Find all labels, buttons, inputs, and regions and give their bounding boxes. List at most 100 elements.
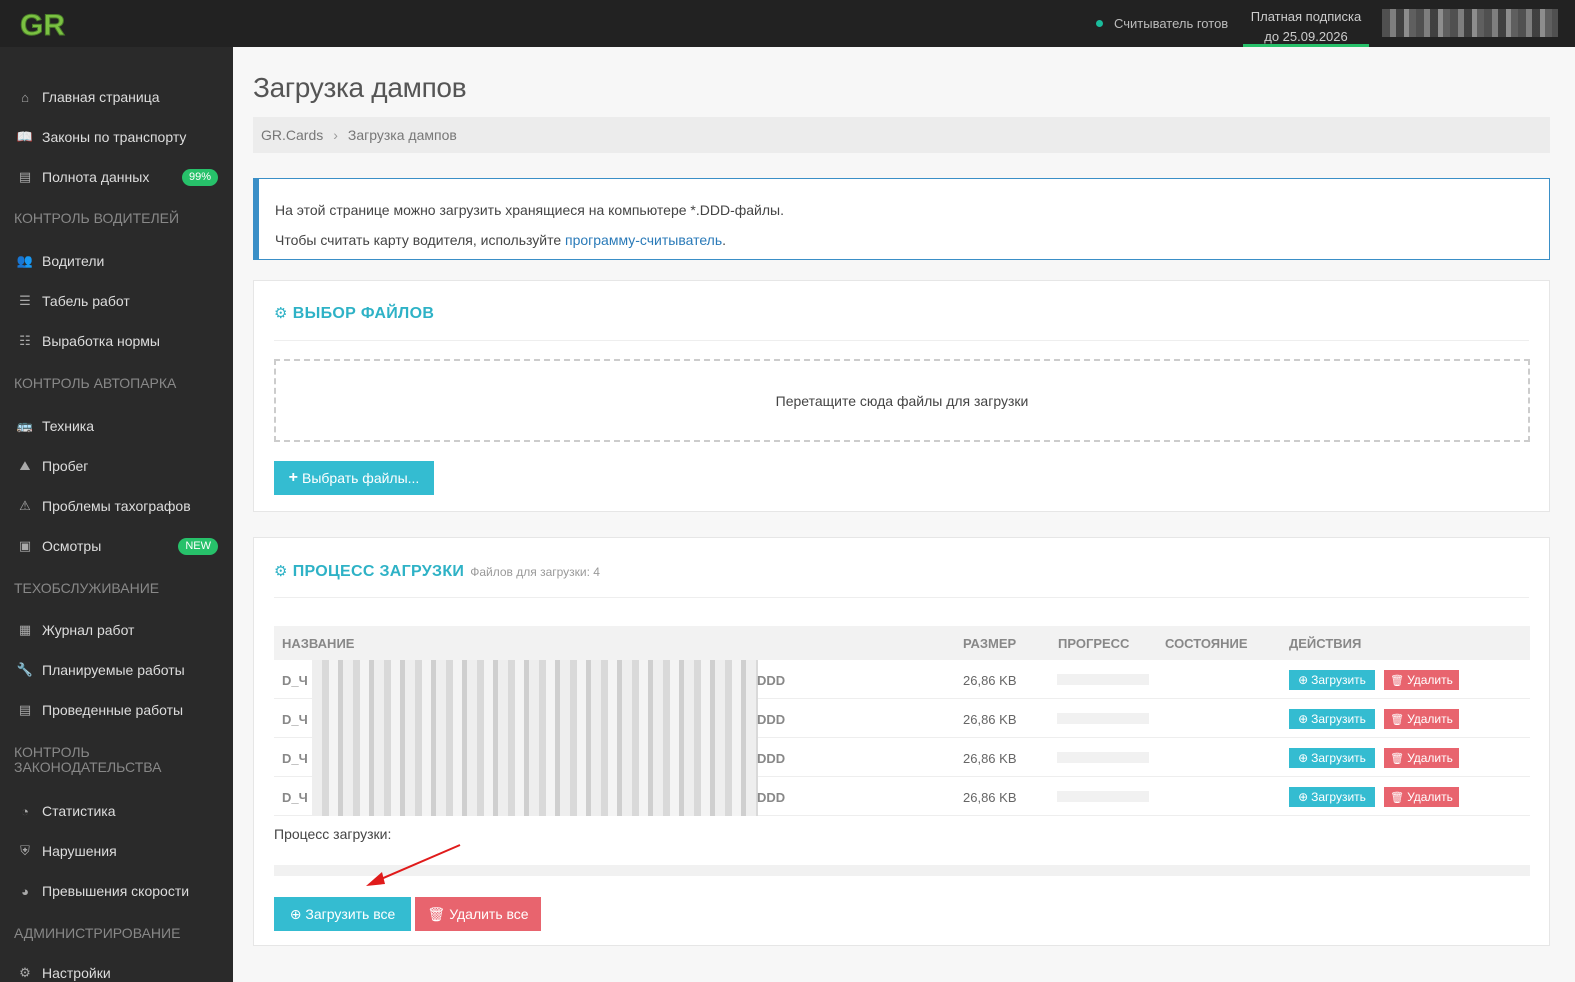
road-icon: ⛰ — [19, 458, 31, 473]
upload-title: ⚙ ПРОЦЕСС ЗАГРУЗКИ Файлов для загрузки: … — [274, 562, 600, 581]
delete-all-button[interactable]: 🗑 Удалить все — [415, 897, 541, 931]
upload-all-button[interactable]: ⊕ Загрузить все — [274, 897, 411, 931]
delete-file-button[interactable]: 🗑 Удалить — [1384, 670, 1459, 690]
sidebar-item-7[interactable]: 🚌 Техника — [0, 411, 233, 441]
sidebar-item-14[interactable]: ◔ Статистика — [0, 796, 233, 826]
sidebar-item-label: Статистика — [42, 803, 116, 819]
book-icon: 📖 — [16, 129, 34, 144]
sidebar-section-title: Администрирование — [14, 925, 181, 941]
sidebar-item-label: Планируемые работы — [42, 662, 185, 678]
divider — [274, 340, 1529, 341]
pie-icon: ◔ — [21, 803, 29, 819]
trash-icon: 🗑 — [1390, 674, 1405, 687]
file-name-redacted — [312, 777, 758, 816]
sidebar-badge: NEW — [178, 537, 218, 555]
sidebar-item-label: Выработка нормы — [42, 333, 160, 349]
gear-icon: ⚙ — [274, 563, 288, 580]
info-line-2-text: Чтобы считать карту водителя, используйт… — [275, 232, 565, 248]
file-progress-bar — [1057, 791, 1149, 802]
sidebar-item-10[interactable]: ▣ Осмотры NEW — [0, 531, 233, 561]
subscription-line2: до 25.09.2026 — [1264, 29, 1348, 44]
status-dot-icon — [1096, 20, 1103, 27]
sidebar-item-4[interactable]: 👥 Водители — [0, 246, 233, 276]
chevron-right-icon: › — [333, 127, 338, 143]
file-name-ext: DDD — [757, 751, 786, 766]
sidebar-section-title: Контроль автопарка — [14, 375, 177, 391]
file-dropzone[interactable]: Перетащите сюда файлы для загрузки — [274, 359, 1530, 442]
table-row: D_Ч DDD 26,86 KB ⊕ Загрузить 🗑 Удалить — [274, 699, 1530, 738]
delete-file-label: Удалить — [1407, 673, 1453, 687]
user-menu[interactable] — [1382, 9, 1558, 37]
upload-circle-icon: ⊕ — [1298, 751, 1309, 765]
file-name-prefix: D_Ч — [282, 712, 308, 727]
sidebar-item-16[interactable]: ◕ Превышения скорости — [0, 876, 233, 906]
breadcrumb: GR.Cards › Загрузка дампов — [253, 117, 1550, 153]
trash-icon: 🗑 — [1390, 752, 1405, 765]
wrench-icon: 🔧 — [16, 662, 34, 677]
gears-icon: ⚙ — [19, 965, 31, 980]
sidebar-item-label: Водители — [42, 253, 105, 269]
file-select-title: ⚙ ВЫБОР ФАЙЛОВ — [274, 304, 434, 323]
file-size: 26,86 KB — [963, 673, 1017, 688]
sidebar-badge: 99% — [181, 168, 218, 186]
sidebar-item-6[interactable]: ☷ Выработка нормы — [0, 326, 233, 356]
file-name-ext: DDD — [757, 712, 786, 727]
subscription-badge[interactable]: Платная подписка до 25.09.2026 — [1243, 0, 1369, 47]
info-line-2: Чтобы считать карту водителя, используйт… — [275, 225, 1549, 255]
upload-file-button[interactable]: ⊕ Загрузить — [1289, 787, 1375, 807]
sidebar-section-title: Контроль водителей — [14, 210, 180, 226]
file-name-redacted — [312, 738, 758, 777]
sidebar-item-13[interactable]: ▤ Проведенные работы — [0, 695, 233, 725]
chart-icon: ▤ — [18, 169, 32, 184]
file-progress-bar — [1057, 713, 1149, 724]
sidebar-item-17[interactable]: ⚙ Настройки — [0, 958, 233, 982]
files-count: Файлов для загрузки: 4 — [470, 565, 600, 579]
col-progress: ПРОГРЕСС — [1058, 636, 1130, 651]
upload-circle-icon: ⊕ — [1298, 790, 1309, 804]
file-name-redacted — [312, 660, 758, 699]
upload-file-label: Загрузить — [1311, 790, 1366, 804]
delete-file-button[interactable]: 🗑 Удалить — [1384, 709, 1459, 729]
breadcrumb-home[interactable]: GR.Cards — [261, 127, 323, 143]
reader-program-link[interactable]: программу-считыватель — [565, 232, 722, 248]
page-title: Загрузка дампов — [253, 72, 467, 103]
table-row: D_Ч DDD 26,86 KB ⊕ Загрузить 🗑 Удалить — [274, 738, 1530, 777]
file-size: 26,86 KB — [963, 751, 1017, 766]
gr-logo-icon[interactable]: GR — [18, 6, 70, 43]
delete-file-label: Удалить — [1407, 712, 1453, 726]
delete-file-button[interactable]: 🗑 Удалить — [1384, 787, 1459, 807]
choose-files-button[interactable]: + Выбрать файлы... — [274, 461, 434, 495]
sidebar-item-3[interactable]: ▤ Полнота данных 99% — [0, 162, 233, 192]
dropzone-text: Перетащите сюда файлы для загрузки — [775, 392, 1029, 409]
calendar-icon: ▦ — [18, 622, 32, 637]
sidebar-item-label: Табель работ — [42, 293, 130, 309]
users-icon: 👥 — [16, 253, 34, 268]
table-row: D_Ч DDD 26,86 KB ⊕ Загрузить 🗑 Удалить — [274, 777, 1530, 816]
upload-file-button[interactable]: ⊕ Загрузить — [1289, 709, 1375, 729]
upload-file-label: Загрузить — [1311, 712, 1366, 726]
images-icon: ▣ — [18, 538, 32, 553]
sidebar-item-label: Техника — [42, 418, 95, 434]
sidebar-item-5[interactable]: ☰ Табель работ — [0, 286, 233, 316]
delete-file-label: Удалить — [1407, 790, 1453, 804]
sidebar-item-11[interactable]: ▦ Журнал работ — [0, 615, 233, 645]
delete-file-button[interactable]: 🗑 Удалить — [1384, 748, 1459, 768]
choose-files-label: Выбрать файлы... — [302, 470, 420, 486]
sidebar-item-2[interactable]: 📖 Законы по транспорту — [0, 122, 233, 152]
sidebar-item-label: Превышения скорости — [42, 883, 190, 899]
sidebar-item-label: Настройки — [42, 965, 111, 981]
sidebar-item-8[interactable]: ⛰ Пробег — [0, 451, 233, 481]
upload-file-button[interactable]: ⊕ Загрузить — [1289, 670, 1375, 690]
sidebar-item-15[interactable]: ⛨ Нарушения — [0, 836, 233, 866]
col-size: РАЗМЕР — [963, 636, 1017, 651]
file-name-prefix: D_Ч — [282, 790, 308, 805]
sidebar-item-9[interactable]: ⚠ Проблемы тахографов — [0, 491, 233, 521]
upload-file-label: Загрузить — [1311, 751, 1366, 765]
annotation-arrow-icon — [366, 844, 461, 886]
sidebar-item-label: Журнал работ — [42, 622, 135, 638]
upload-file-button[interactable]: ⊕ Загрузить — [1289, 748, 1375, 768]
sidebar-item-1[interactable]: ⌂ Главная страница — [0, 82, 233, 112]
sidebar-item-12[interactable]: 🔧 Планируемые работы — [0, 655, 233, 685]
top-bar: GR Считыватель готов Платная подписка до… — [0, 0, 1575, 47]
delete-file-label: Удалить — [1407, 751, 1453, 765]
